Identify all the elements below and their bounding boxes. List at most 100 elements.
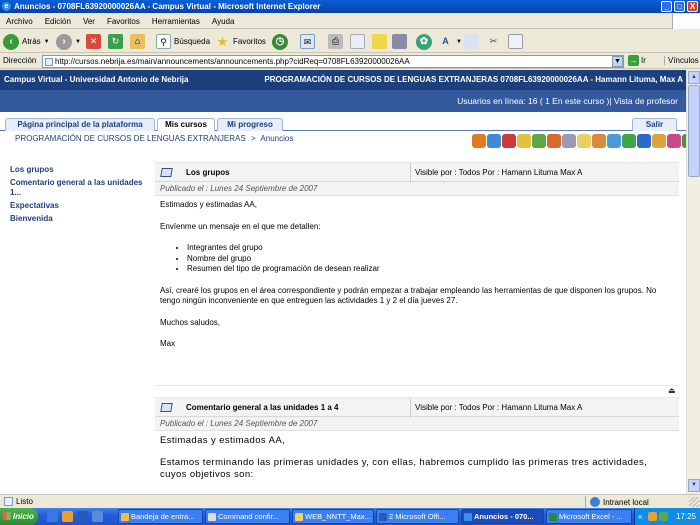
scroll-thumb[interactable] bbox=[688, 85, 700, 177]
post-divider bbox=[155, 385, 679, 386]
print-button[interactable]: ⎙ bbox=[328, 32, 343, 51]
task-item[interactable]: Microsoft Excel - ... bbox=[546, 509, 632, 524]
notes-button[interactable] bbox=[372, 32, 387, 51]
tray-expand-icon[interactable]: « bbox=[638, 508, 642, 525]
task-item[interactable]: Command confir... bbox=[205, 509, 290, 524]
history-button[interactable]: ◷ bbox=[272, 32, 288, 51]
dropbox-icon[interactable] bbox=[607, 134, 621, 148]
favorites-button[interactable]: ★ Favoritos bbox=[215, 32, 266, 51]
link-icon[interactable] bbox=[502, 134, 516, 148]
window-titlebar[interactable]: e Anuncios - 0708FL63920000026AA - Campu… bbox=[0, 0, 700, 13]
sidebar-item-los-grupos[interactable]: Los grupos bbox=[10, 165, 145, 175]
address-input[interactable]: http://cursos.nebrija.es/main/announceme… bbox=[42, 55, 624, 68]
post-body: Estimados y estimadas AA, Envíenme un me… bbox=[155, 196, 679, 365]
cut-button[interactable]: ✂ bbox=[486, 32, 501, 51]
online-users-text[interactable]: Usuarios en línea: 16 ( 1 En este curso … bbox=[457, 96, 678, 106]
menu-edicion[interactable]: Edición bbox=[39, 14, 77, 29]
task-item[interactable]: Bandeja de entra... bbox=[118, 509, 203, 524]
search-button[interactable]: ⚲ Búsqueda bbox=[156, 32, 210, 51]
tray-app-icon[interactable] bbox=[648, 512, 657, 521]
messenger-button[interactable]: ✿ bbox=[416, 32, 432, 51]
quicklaunch-word-icon[interactable] bbox=[77, 511, 88, 522]
edit-icon[interactable] bbox=[667, 134, 681, 148]
menu-ver[interactable]: Ver bbox=[77, 14, 101, 29]
edit-button[interactable] bbox=[350, 32, 365, 51]
quicklaunch-ie-icon[interactable] bbox=[47, 511, 58, 522]
tray-network-icon[interactable] bbox=[659, 512, 668, 521]
task-item[interactable]: WEB_NNTT_Max... bbox=[292, 509, 374, 524]
stop-icon: ✕ bbox=[86, 34, 101, 49]
forum-icon[interactable] bbox=[577, 134, 591, 148]
list-item: Integrantes del grupo bbox=[187, 243, 674, 254]
messenger-icon: ✿ bbox=[416, 33, 432, 50]
ie-icon: e bbox=[2, 2, 11, 11]
back-dropdown-icon: ▼ bbox=[43, 38, 50, 45]
quiz-icon[interactable] bbox=[547, 134, 561, 148]
group-icon[interactable] bbox=[532, 134, 546, 148]
document-icon[interactable] bbox=[517, 134, 531, 148]
font-button[interactable]: A ▼ bbox=[438, 32, 462, 51]
refresh-button[interactable]: ↻ bbox=[108, 32, 123, 51]
stop-button[interactable]: ✕ bbox=[86, 32, 101, 51]
translate-button[interactable] bbox=[464, 32, 479, 51]
tab-my-progress[interactable]: Mi progreso bbox=[217, 118, 283, 131]
task-item[interactable]: 2 Microsoft Offi... bbox=[376, 509, 459, 524]
menu-herramientas[interactable]: Herramientas bbox=[146, 14, 206, 29]
go-button[interactable]: → Ir bbox=[628, 55, 646, 66]
sidebar-item-bienvenida[interactable]: Bienvenida bbox=[10, 214, 145, 224]
mail-button[interactable]: ✉ bbox=[300, 32, 315, 51]
announcement-post: Los grupos Visible por : Todos Por : Ham… bbox=[155, 162, 679, 365]
quicklaunch-outlook-icon[interactable] bbox=[62, 511, 73, 522]
taskbar: Inicio Bandeja de entra... Command confi… bbox=[0, 508, 700, 525]
menu-ayuda[interactable]: Ayuda bbox=[206, 14, 241, 29]
tab-my-courses[interactable]: Mis cursos bbox=[157, 118, 215, 131]
campus-title[interactable]: Campus Virtual - Universidad Antonio de … bbox=[4, 70, 188, 90]
back-arrow-icon: ‹ bbox=[3, 33, 19, 50]
maximize-button[interactable]: □ bbox=[674, 1, 685, 12]
home-button[interactable]: ⌂ bbox=[130, 32, 145, 51]
vertical-scrollbar[interactable]: ▲ ▼ bbox=[686, 70, 700, 494]
post-header: Comentario general a las unidades 1 a 4 … bbox=[155, 397, 679, 418]
sidebar-item-comentario-general[interactable]: Comentario general a las unidades 1... bbox=[10, 178, 145, 198]
address-url: http://cursos.nebrija.es/main/announceme… bbox=[55, 57, 410, 66]
course-title[interactable]: PROGRAMACIÓN DE CURSOS DE LENGUAS EXTRAN… bbox=[264, 70, 683, 90]
course-tools bbox=[472, 134, 686, 149]
tab-platform-home[interactable]: Página principal de la plataforma bbox=[5, 118, 155, 131]
resize-grip-icon[interactable] bbox=[689, 497, 699, 507]
menu-archivo[interactable]: Archivo bbox=[0, 14, 39, 29]
outlook-icon bbox=[121, 513, 129, 521]
task-item-active[interactable]: Anuncios - 070... bbox=[461, 509, 544, 524]
exit-button[interactable]: Salir bbox=[632, 118, 677, 131]
research-button[interactable] bbox=[392, 32, 407, 51]
copy-button[interactable] bbox=[508, 32, 523, 51]
menu-favoritos[interactable]: Favoritos bbox=[101, 14, 146, 29]
users-icon[interactable] bbox=[592, 134, 606, 148]
post-signature: Max bbox=[160, 339, 176, 348]
links-button[interactable]: Vínculos bbox=[664, 56, 699, 65]
back-to-top-icon[interactable]: ⏏ bbox=[668, 386, 676, 395]
task-label: Microsoft Excel - ... bbox=[559, 512, 623, 521]
breadcrumb-course[interactable]: PROGRAMACIÓN DE CURSOS DE LENGUAS EXTRAN… bbox=[15, 134, 246, 143]
survey-icon[interactable] bbox=[622, 134, 636, 148]
back-button[interactable]: ‹ Atrás ▼ bbox=[3, 32, 50, 51]
wiki-icon[interactable] bbox=[637, 134, 651, 148]
chat-icon[interactable] bbox=[487, 134, 501, 148]
minimize-button[interactable]: _ bbox=[661, 1, 672, 12]
notebook-icon[interactable] bbox=[652, 134, 666, 148]
scroll-up-icon[interactable]: ▲ bbox=[688, 71, 700, 84]
menu-bar: Archivo Edición Ver Favoritos Herramientas Ay… bbox=[0, 14, 700, 29]
breadcrumb-section[interactable]: Anuncios bbox=[260, 134, 293, 143]
agenda-icon[interactable] bbox=[472, 134, 486, 148]
start-button[interactable]: Inicio bbox=[0, 508, 38, 525]
mail-icon[interactable] bbox=[562, 134, 576, 148]
scroll-down-icon[interactable]: ▼ bbox=[688, 479, 700, 492]
forward-button[interactable]: › ▼ bbox=[56, 32, 81, 51]
page-viewport: Campus Virtual - Universidad Antonio de … bbox=[0, 70, 686, 494]
header-divider bbox=[410, 163, 411, 183]
close-button[interactable]: X bbox=[687, 1, 698, 12]
address-dropdown-icon[interactable]: ▼ bbox=[612, 56, 623, 67]
quicklaunch-desktop-icon[interactable] bbox=[92, 511, 103, 522]
sidebar-item-expectativas[interactable]: Expectativas bbox=[10, 201, 145, 211]
task-label: WEB_NNTT_Max... bbox=[305, 512, 371, 521]
system-tray: « 17:25 bbox=[634, 508, 700, 525]
